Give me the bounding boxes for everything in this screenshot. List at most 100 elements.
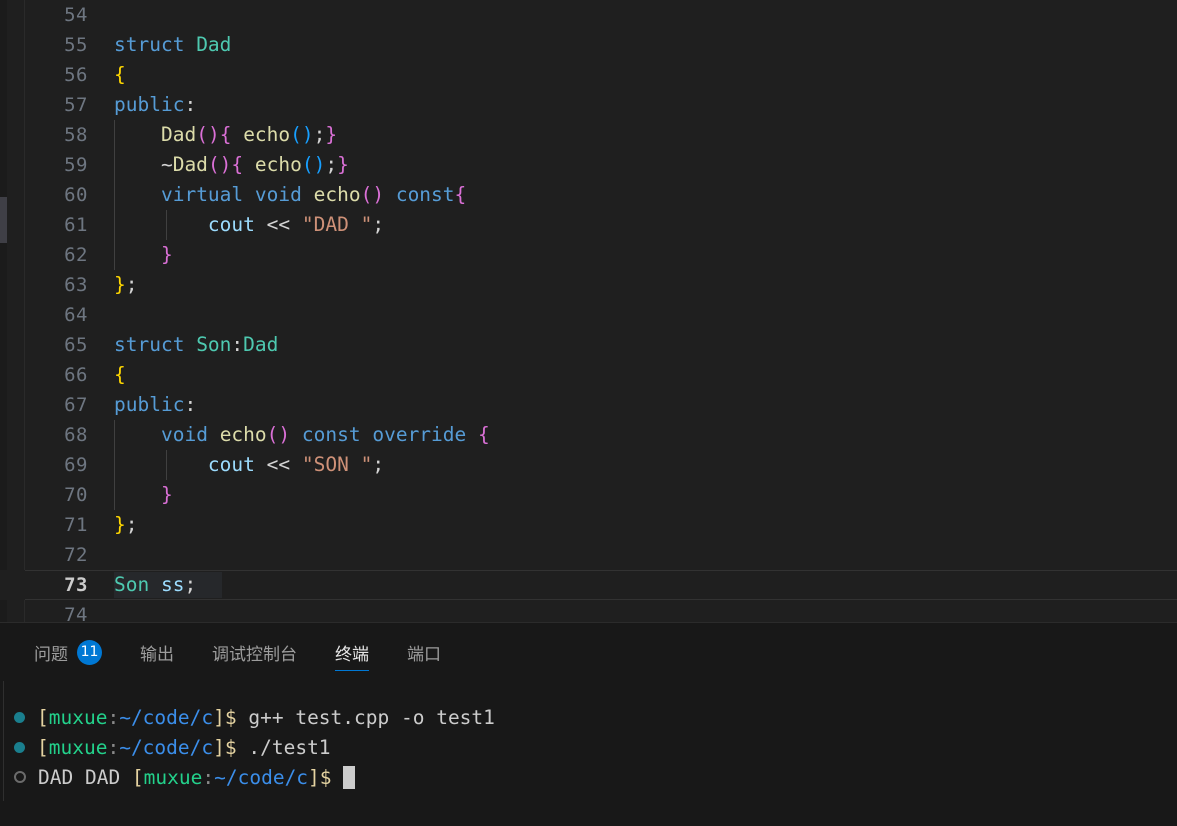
terminal-text: :: [107, 736, 120, 759]
code-token: Dad: [196, 33, 232, 56]
line-number: 59: [64, 154, 88, 176]
code-line[interactable]: 74: [0, 600, 1177, 622]
code-token: ;: [184, 573, 197, 596]
terminal-text: muxue: [143, 766, 203, 789]
code-token: {: [454, 183, 467, 206]
code-line[interactable]: 57 public:: [0, 90, 1177, 120]
code-text: };: [114, 510, 138, 540]
line-number: 55: [64, 34, 88, 56]
code-token: }: [337, 153, 349, 176]
code-line[interactable]: 65 struct Son:Dad: [0, 330, 1177, 360]
code-token: public: [114, 93, 185, 116]
panel-tab-label: 端口: [407, 644, 441, 665]
code-token: {: [114, 363, 126, 386]
line-number: 58: [64, 124, 88, 146]
code-token: struct: [114, 333, 197, 356]
terminal-view[interactable]: [muxue:~/code/c]$ g++ test.cpp -o test1[…: [0, 681, 1177, 826]
code-token: echo: [313, 183, 361, 206]
tab-terminal[interactable]: 终端: [335, 623, 369, 681]
terminal-text: g++ test.cpp -o test1: [236, 706, 495, 729]
code-line[interactable]: 66 {: [0, 360, 1177, 390]
command-running-icon[interactable]: [14, 771, 26, 783]
code-token: {: [219, 123, 232, 146]
line-number: 61: [64, 214, 88, 236]
code-line[interactable]: 55 struct Dad: [0, 30, 1177, 60]
code-token: Dad: [243, 333, 279, 356]
line-number: 57: [64, 94, 88, 116]
code-token: (): [290, 123, 314, 146]
command-success-icon[interactable]: [14, 712, 25, 723]
terminal-text: :: [202, 766, 215, 789]
code-token: Dad: [160, 123, 197, 146]
code-editor[interactable]: 54 55 struct Dad 56{57 public: 58 Dad(){ echo…: [0, 0, 1177, 622]
terminal-text: muxue: [48, 706, 108, 729]
tab-ports[interactable]: 端口: [407, 623, 441, 681]
terminal-text: $: [224, 736, 237, 759]
code-line[interactable]: 56 {: [0, 60, 1177, 90]
tab-output[interactable]: 输出: [140, 623, 174, 681]
line-number: 70: [64, 484, 88, 506]
panel-tab-label: 调试控制台: [212, 644, 297, 665]
code-line[interactable]: 64: [0, 300, 1177, 330]
problems-count-badge: 11: [77, 639, 102, 665]
terminal-text: :: [107, 706, 120, 729]
terminal-cursor: [343, 766, 356, 789]
tab-debug-console[interactable]: 调试控制台: [212, 623, 297, 681]
code-line[interactable]: 63};: [0, 270, 1177, 300]
code-text: {: [114, 360, 126, 390]
line-number: 63: [64, 274, 88, 296]
code-line[interactable]: 69 cout << "SON ";: [0, 450, 1177, 480]
code-line[interactable]: 73 Son ss;: [0, 570, 1177, 600]
code-token: "DAD ": [301, 213, 373, 236]
line-number: 69: [64, 454, 88, 476]
code-text: };: [114, 270, 138, 300]
tab-problems[interactable]: 问题 11: [34, 623, 102, 681]
code-token: "SON ": [301, 453, 373, 476]
line-number: 66: [64, 364, 88, 386]
code-token: }: [160, 483, 173, 506]
code-text: public:: [114, 90, 196, 120]
code-line[interactable]: 54: [0, 0, 1177, 30]
code-text: {: [114, 60, 126, 90]
code-line[interactable]: 58 Dad(){ echo();}: [0, 120, 1177, 150]
terminal-line: [muxue:~/code/c]$ g++ test.cpp -o test1: [0, 703, 1177, 733]
code-text: struct Dad: [114, 30, 231, 60]
code-token: (): [196, 123, 220, 146]
code-line[interactable]: 59 ~Dad(){ echo();}: [0, 150, 1177, 180]
code-token: virtual: [160, 183, 244, 206]
code-line[interactable]: 67 public:: [0, 390, 1177, 420]
code-token: public: [114, 393, 185, 416]
code-token: }: [325, 123, 338, 146]
code-line[interactable]: 72: [0, 540, 1177, 570]
line-number: 74: [64, 604, 88, 622]
code-token: Son: [114, 573, 150, 596]
code-token: ;: [125, 273, 138, 296]
code-line[interactable]: 71};: [0, 510, 1177, 540]
code-line[interactable]: 61 cout << "DAD ";: [0, 210, 1177, 240]
code-line[interactable]: 62 }: [0, 240, 1177, 270]
code-text: ~Dad(){ echo();}: [114, 150, 349, 180]
code-text: public:: [114, 390, 196, 420]
code-token: {: [231, 153, 244, 176]
command-success-icon[interactable]: [14, 742, 25, 753]
code-line[interactable]: 68 void echo() const override {: [0, 420, 1177, 450]
code-text: }: [114, 480, 173, 510]
panel-tab-label: 问题: [34, 644, 68, 665]
code-line[interactable]: 60 virtual void echo() const{: [0, 180, 1177, 210]
code-line[interactable]: 70 }: [0, 480, 1177, 510]
code-token: ;: [372, 453, 385, 476]
terminal-output: [muxue:~/code/c]$ g++ test.cpp -o test1[…: [0, 703, 1177, 793]
code-token: override: [372, 423, 467, 446]
